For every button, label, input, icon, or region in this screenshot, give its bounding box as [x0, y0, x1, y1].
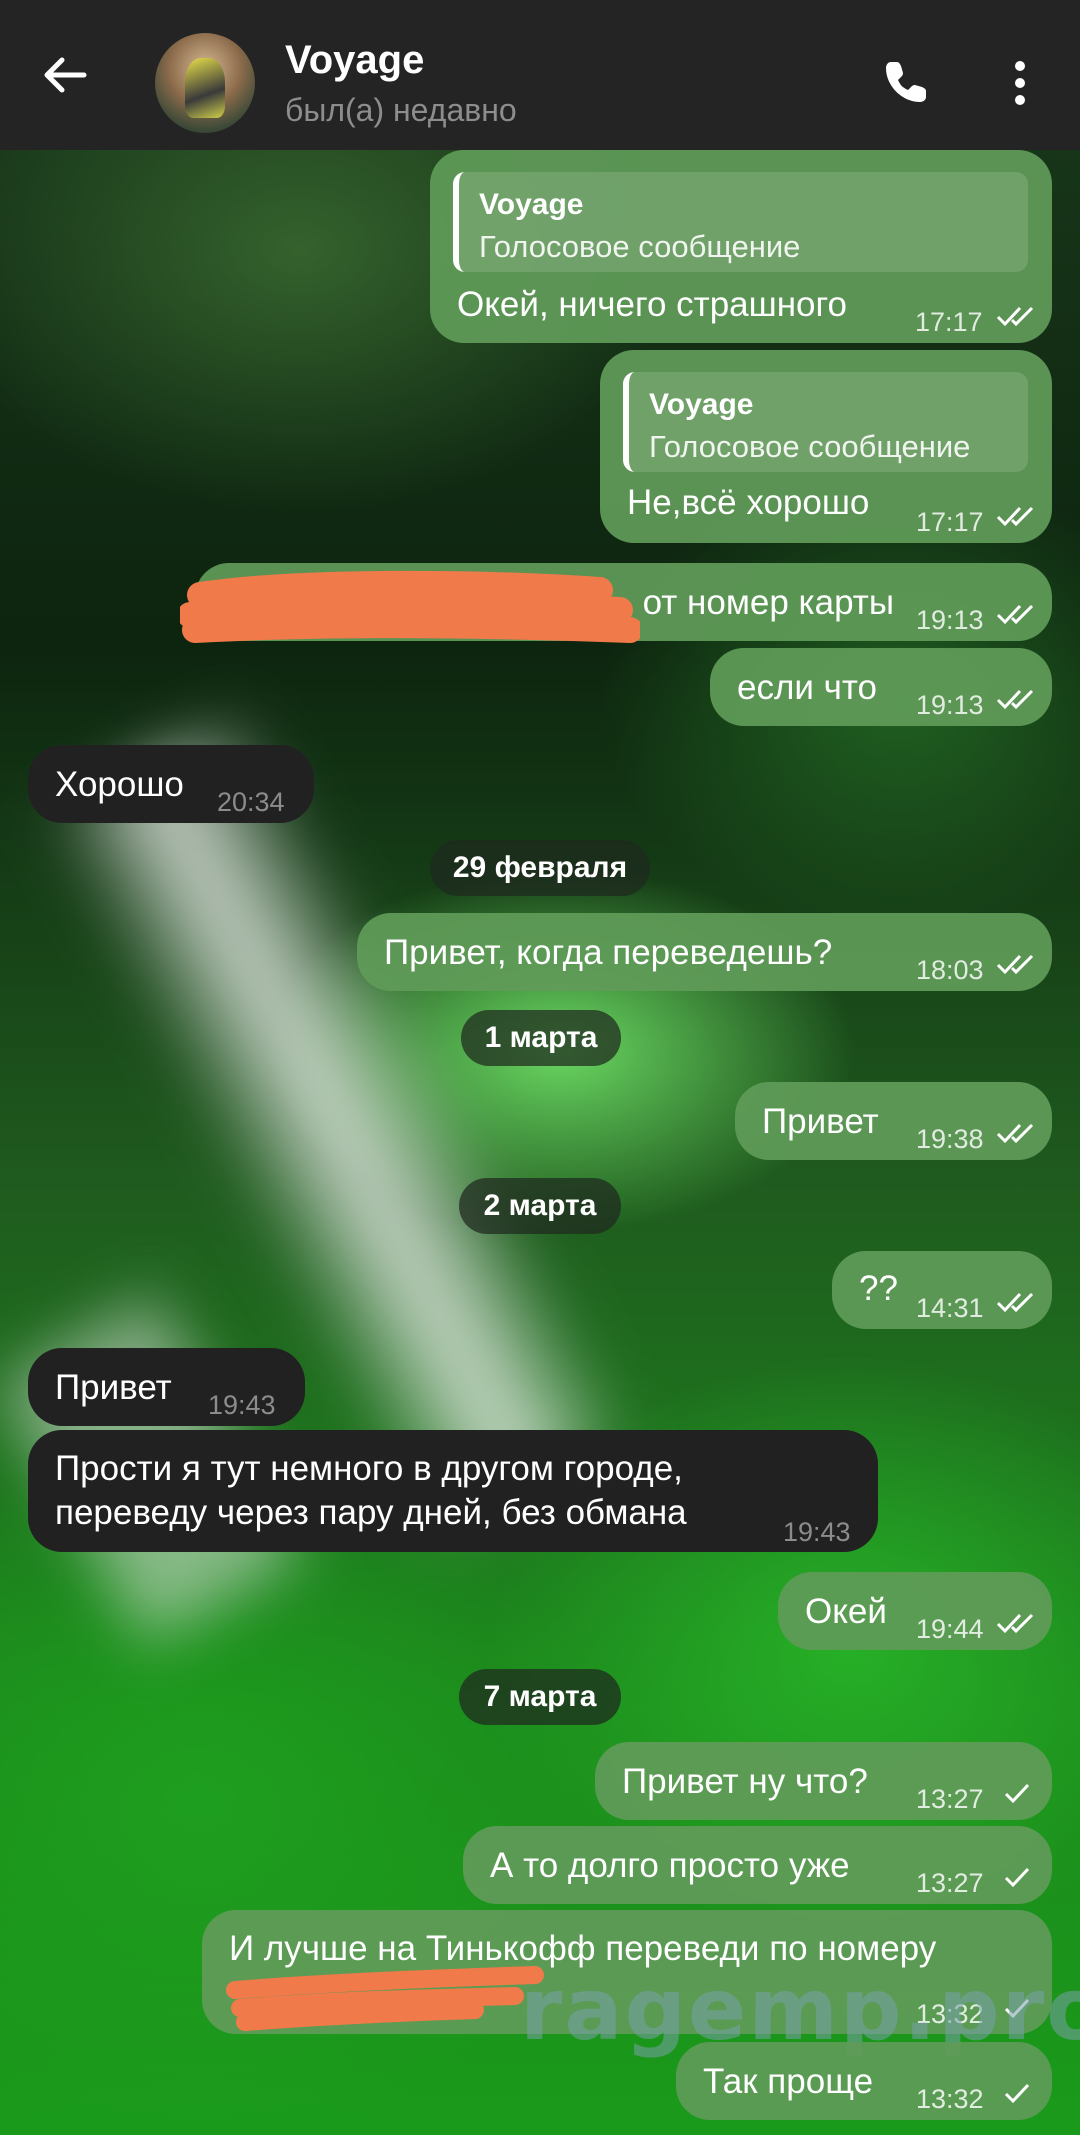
last-seen-status: был(а) недавно	[285, 92, 517, 128]
message-time: 19:43	[208, 1390, 276, 1420]
message-text: Хорошо	[55, 765, 184, 804]
double-check-icon	[996, 954, 1034, 975]
message-text: если что	[737, 668, 877, 707]
message-text: Так проще	[703, 2062, 874, 2101]
message-text: Не,всё хорошо	[627, 483, 870, 522]
message-text: Привет	[55, 1368, 172, 1407]
outgoing-message[interactable]: Окей 19:44	[778, 1572, 1052, 1650]
message-time: 19:44	[916, 1614, 984, 1644]
single-check-icon	[1004, 1783, 1030, 1804]
date-separator: 29 февраля	[430, 840, 650, 896]
incoming-message[interactable]: Хорошо 20:34	[28, 745, 314, 823]
date-separator: 7 марта	[459, 1669, 621, 1725]
reply-quote[interactable]: Voyage Голосовое сообщение	[623, 372, 1028, 472]
reply-author: Voyage	[479, 188, 584, 221]
more-vertical-icon[interactable]	[1005, 58, 1035, 108]
redaction-scribble	[226, 1966, 544, 2031]
double-check-icon	[996, 1613, 1034, 1634]
single-check-icon	[1004, 2083, 1030, 2104]
double-check-icon	[996, 604, 1034, 625]
back-arrow-icon[interactable]	[40, 55, 90, 95]
message-text: от номер карты	[642, 583, 894, 622]
message-time: 19:43	[783, 1517, 851, 1547]
message-text: Привет ну что?	[622, 1762, 868, 1801]
message-time: 14:31	[916, 1293, 984, 1323]
message-time: 17:17	[916, 507, 984, 537]
reply-text: Голосовое сообщение	[479, 229, 801, 264]
redaction-scribble	[180, 570, 640, 643]
reply-author: Voyage	[649, 388, 754, 421]
message-text: Привет, когда переведешь?	[384, 933, 833, 972]
outgoing-message[interactable]: Привет, когда переведешь? 18:03	[357, 913, 1052, 991]
outgoing-message[interactable]: ?? 14:31	[832, 1251, 1052, 1329]
message-time: 19:13	[916, 690, 984, 720]
message-text: Окей, ничего страшного	[457, 285, 847, 324]
reply-quote[interactable]: Voyage Голосовое сообщение	[453, 172, 1028, 272]
double-check-icon	[996, 1292, 1034, 1313]
outgoing-message[interactable]: Voyage Голосовое сообщение Окей, ничего …	[430, 150, 1052, 343]
outgoing-message[interactable]: если что 19:13	[710, 648, 1052, 726]
message-time: 19:38	[916, 1124, 984, 1154]
incoming-message[interactable]: Прости я тут немного в другом городе, пе…	[28, 1430, 878, 1552]
message-time: 13:27	[916, 1868, 984, 1898]
single-check-icon	[1004, 1867, 1030, 1888]
outgoing-message[interactable]: Привет ну что? 13:27	[595, 1742, 1052, 1820]
avatar[interactable]	[155, 33, 255, 133]
message-text-line: переведу через пару дней, без обмана	[55, 1493, 687, 1532]
double-check-icon	[996, 306, 1034, 327]
double-check-icon	[996, 1123, 1034, 1144]
message-time: 13:27	[916, 1784, 984, 1814]
reply-text: Голосовое сообщение	[649, 429, 971, 464]
message-text: А то долго просто уже	[490, 1846, 850, 1885]
double-check-icon	[996, 506, 1034, 527]
message-text: ??	[859, 1269, 898, 1308]
phone-icon[interactable]	[882, 58, 930, 106]
message-text-line: Прости я тут немного в другом городе,	[55, 1449, 683, 1488]
contact-name[interactable]: Voyage	[285, 38, 424, 83]
message-time: 18:03	[916, 955, 984, 985]
date-separator: 1 марта	[461, 1010, 621, 1066]
outgoing-message[interactable]: Voyage Голосовое сообщение Не,всё хорошо…	[600, 350, 1052, 543]
message-text: Окей	[805, 1592, 887, 1631]
message-time: 17:17	[915, 307, 983, 337]
message-text: Привет	[762, 1102, 879, 1141]
double-check-icon	[996, 689, 1034, 710]
message-time: 20:34	[217, 787, 285, 817]
message-time: 13:32	[916, 2084, 984, 2114]
outgoing-message[interactable]: Привет 19:38	[735, 1082, 1052, 1160]
chat-header: Voyage был(а) недавно	[0, 0, 1080, 150]
message-time: 19:13	[916, 605, 984, 635]
incoming-message[interactable]: Привет 19:43	[28, 1348, 305, 1426]
outgoing-message[interactable]: Так проще 13:32	[676, 2042, 1052, 2120]
date-separator: 2 марта	[459, 1178, 621, 1234]
outgoing-message[interactable]: А то долго просто уже 13:27	[463, 1826, 1052, 1904]
